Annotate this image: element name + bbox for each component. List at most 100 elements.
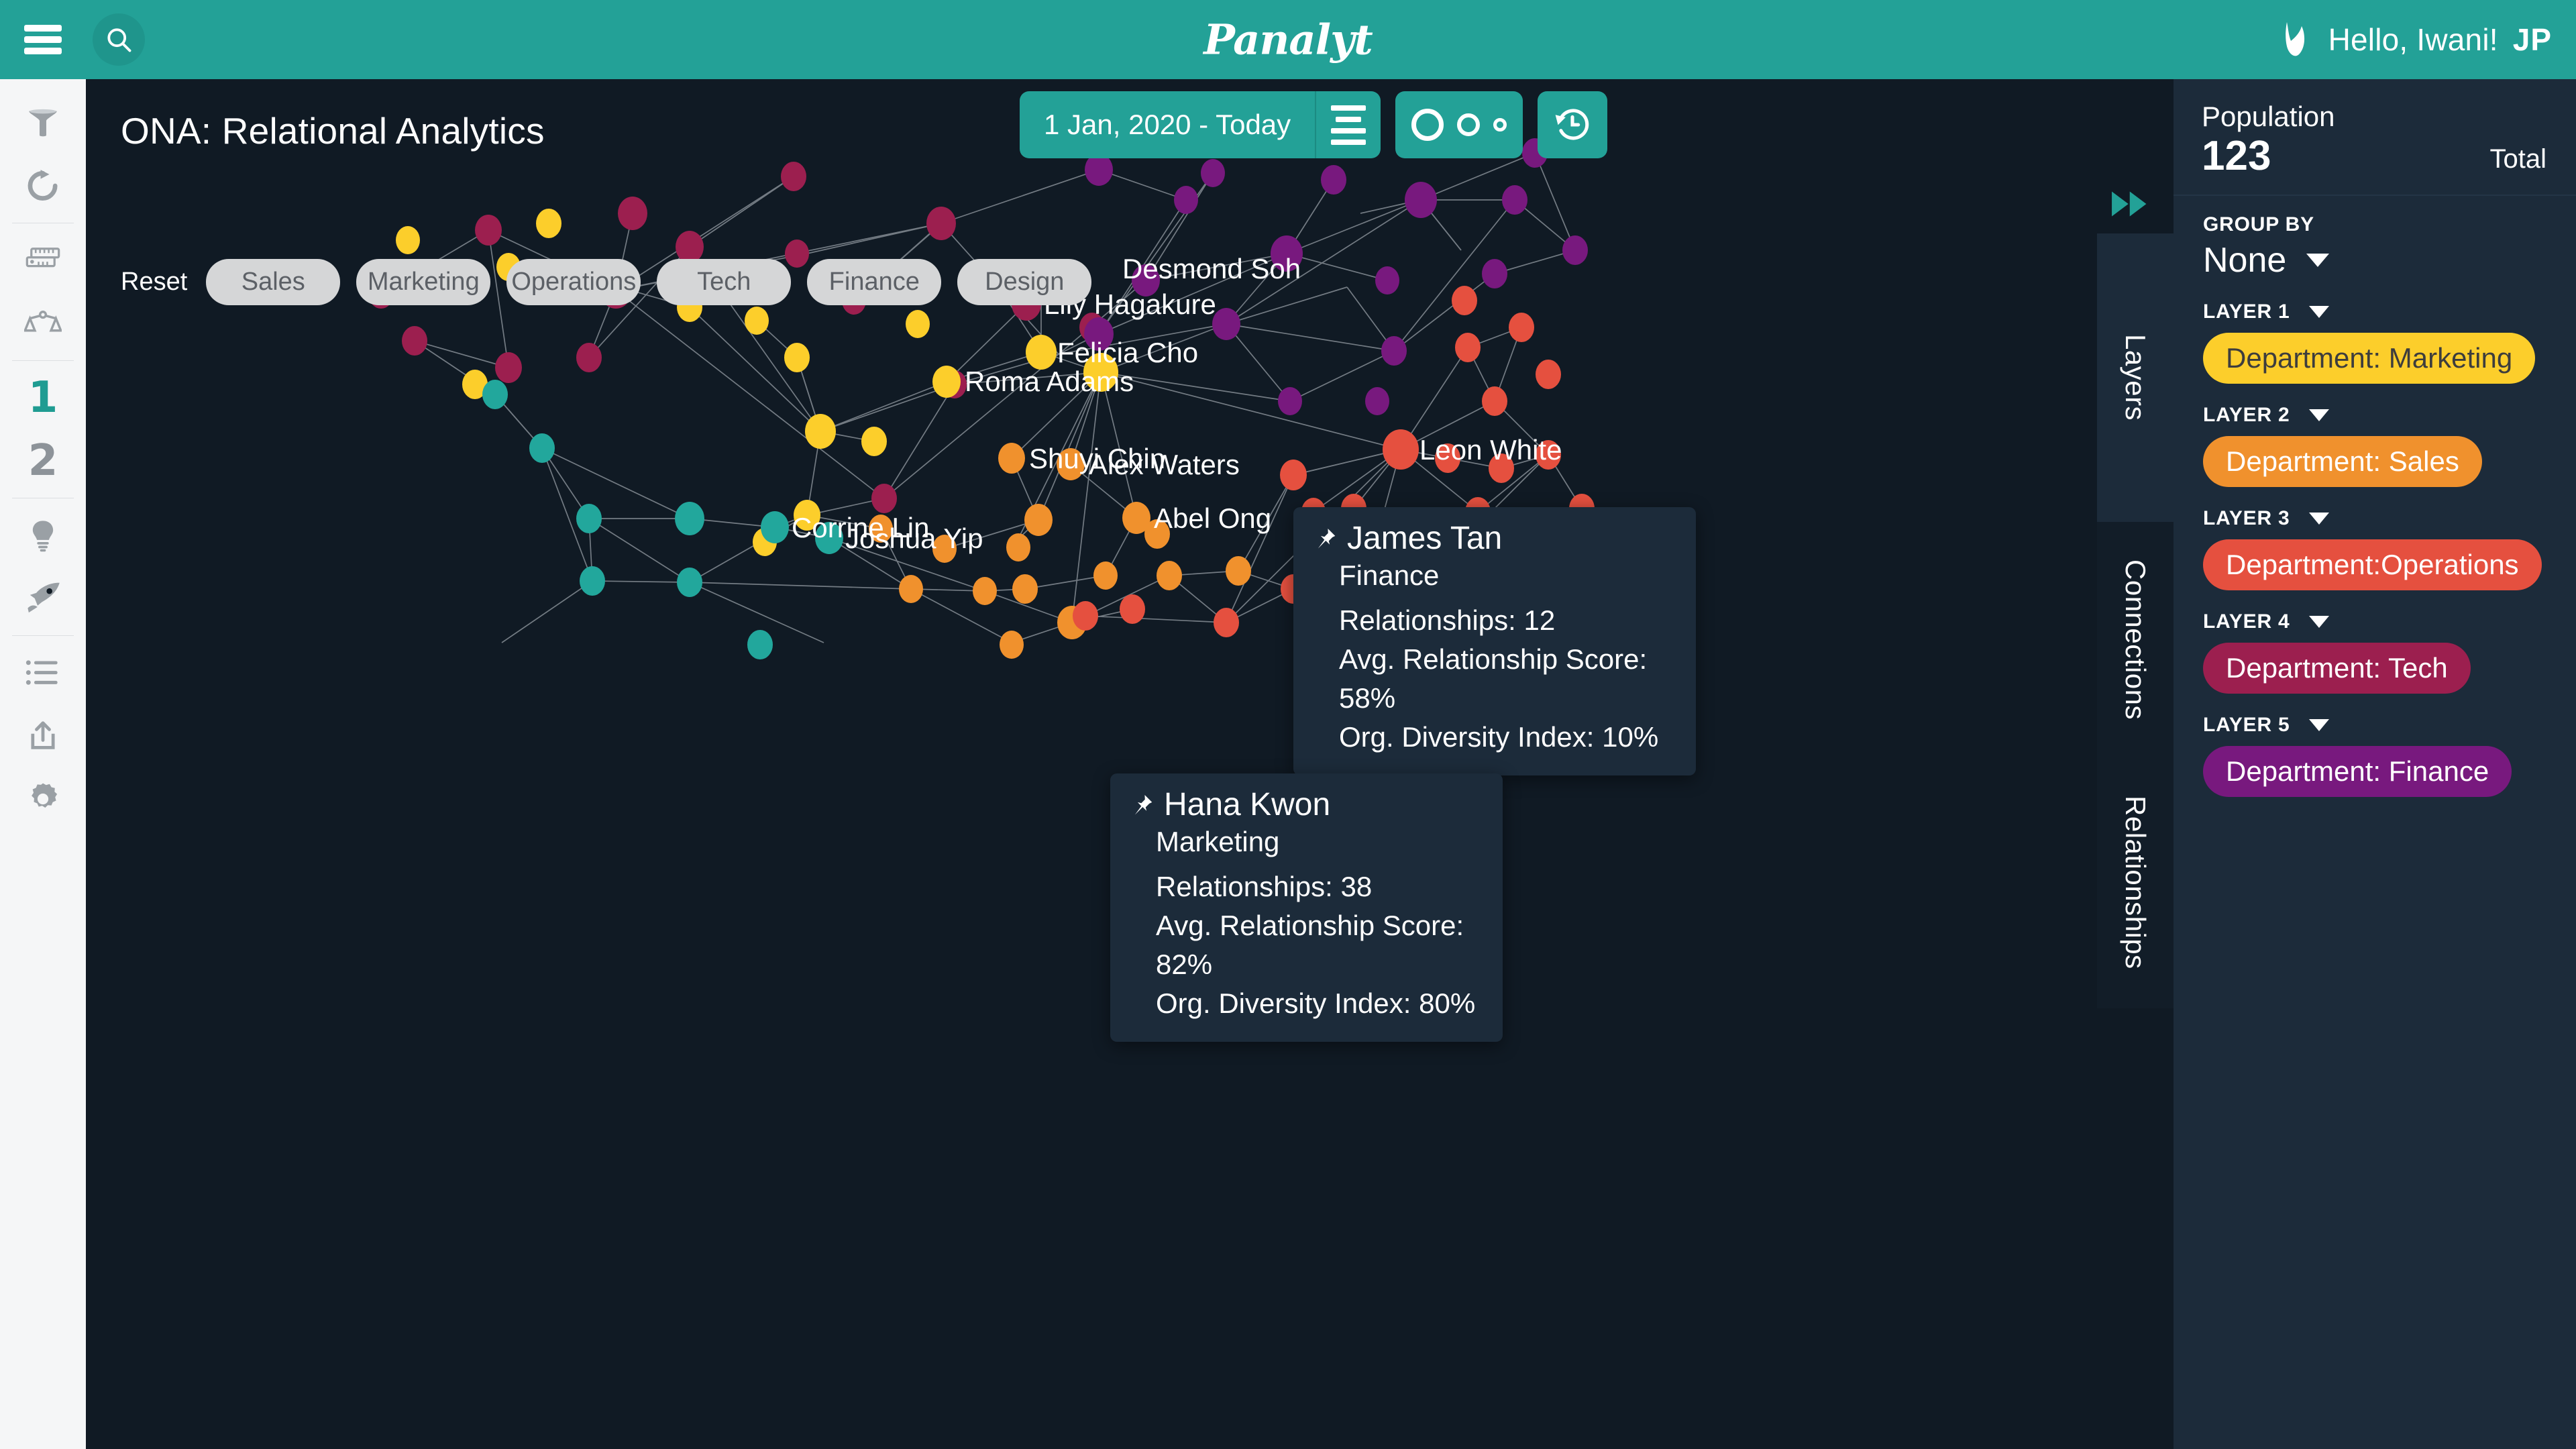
sidebar-item-settings[interactable] bbox=[0, 767, 86, 830]
graph-node[interactable] bbox=[1278, 387, 1302, 415]
graph-node[interactable] bbox=[1226, 556, 1251, 586]
graph-node[interactable] bbox=[1012, 574, 1038, 604]
graph-canvas[interactable]: Desmond Soh Lily Hagakure Felicia Cho Ro… bbox=[86, 79, 2174, 1449]
graph-node[interactable] bbox=[1455, 333, 1481, 362]
layer-1-pill[interactable]: Department: Marketing bbox=[2203, 333, 2536, 384]
tab-layers[interactable]: Layers bbox=[2097, 233, 2174, 522]
graph-node[interactable] bbox=[781, 162, 806, 191]
sidebar-item-view-1[interactable]: 1 bbox=[0, 366, 86, 429]
sidebar-item-list[interactable] bbox=[0, 641, 86, 704]
graph-node[interactable] bbox=[784, 343, 810, 372]
graph-node[interactable] bbox=[580, 566, 605, 596]
tab-relationships[interactable]: Relationships bbox=[2097, 757, 2174, 1008]
graph-node[interactable] bbox=[899, 575, 923, 603]
filter-chip-tech[interactable]: Tech bbox=[657, 259, 792, 305]
hamburger-icon[interactable] bbox=[24, 25, 62, 54]
graph-node[interactable] bbox=[871, 484, 897, 513]
graph-node[interactable] bbox=[1201, 159, 1225, 187]
avatar-initials[interactable]: JP bbox=[2513, 21, 2552, 58]
pin-icon[interactable] bbox=[1313, 527, 1336, 553]
graph-node[interactable] bbox=[495, 352, 522, 383]
graph-node[interactable] bbox=[926, 207, 956, 240]
layer-3-head[interactable]: LAYER 3 bbox=[2203, 507, 2576, 530]
sidebar-item-refresh[interactable] bbox=[0, 154, 86, 217]
graph-node[interactable] bbox=[576, 504, 602, 533]
graph-node[interactable] bbox=[745, 307, 769, 335]
sort-lines-icon[interactable] bbox=[1316, 105, 1381, 145]
graph-node[interactable] bbox=[475, 215, 502, 246]
layer-5-head[interactable]: LAYER 5 bbox=[2203, 714, 2576, 737]
chevron-down-icon[interactable] bbox=[2308, 306, 2329, 318]
graph-node[interactable] bbox=[1482, 259, 1507, 288]
node-tooltip-hana-kwon[interactable]: Hana Kwon Marketing Relationships: 38 Av… bbox=[1110, 773, 1503, 1042]
graph-node[interactable] bbox=[1536, 360, 1561, 389]
graph-node[interactable] bbox=[1381, 336, 1407, 366]
graph-node[interactable] bbox=[1280, 460, 1307, 490]
graph-node[interactable] bbox=[576, 343, 602, 372]
layer-4-head[interactable]: LAYER 4 bbox=[2203, 610, 2576, 633]
pin-icon[interactable] bbox=[1130, 794, 1153, 819]
node-size-small-icon[interactable] bbox=[1493, 118, 1507, 131]
graph-node[interactable] bbox=[1562, 235, 1588, 265]
graph-node[interactable] bbox=[973, 577, 997, 605]
graph-node[interactable] bbox=[1073, 601, 1098, 631]
graph-node[interactable] bbox=[1024, 504, 1053, 536]
graph-node[interactable] bbox=[675, 502, 704, 535]
graph-node-roma-adams[interactable] bbox=[932, 366, 961, 398]
graph-node[interactable] bbox=[1085, 154, 1113, 186]
sidebar-item-compare[interactable] bbox=[0, 292, 86, 355]
layer-4-pill[interactable]: Department: Tech bbox=[2203, 643, 2471, 694]
filter-chip-operations[interactable]: Operations bbox=[506, 259, 641, 305]
sidebar-item-filter[interactable] bbox=[0, 91, 86, 154]
user-area[interactable]: Hello, Iwani! JP bbox=[2279, 19, 2552, 60]
graph-node[interactable] bbox=[1502, 185, 1527, 215]
graph-node[interactable] bbox=[1157, 561, 1182, 590]
graph-node[interactable] bbox=[1509, 313, 1534, 342]
graph-node-shuyi-chin[interactable] bbox=[998, 443, 1025, 474]
expand-panel-button[interactable] bbox=[2097, 174, 2174, 233]
graph-node[interactable] bbox=[1174, 186, 1198, 214]
chevron-down-icon[interactable] bbox=[2308, 719, 2329, 731]
graph-node[interactable] bbox=[747, 630, 773, 659]
chevron-down-icon[interactable] bbox=[2306, 254, 2330, 267]
chevron-down-icon[interactable] bbox=[2308, 616, 2329, 628]
sidebar-item-measure[interactable] bbox=[0, 229, 86, 292]
graph-node[interactable] bbox=[1405, 182, 1437, 218]
graph-node[interactable] bbox=[1212, 308, 1240, 340]
reset-button[interactable]: Reset bbox=[121, 268, 187, 297]
node-size-button[interactable] bbox=[1395, 91, 1523, 158]
filter-chip-design[interactable]: Design bbox=[957, 259, 1092, 305]
group-by-control[interactable]: GROUP BY None bbox=[2174, 196, 2576, 280]
history-button[interactable] bbox=[1538, 91, 1608, 158]
layer-2-pill[interactable]: Department: Sales bbox=[2203, 436, 2482, 487]
sidebar-item-view-2[interactable]: 2 bbox=[0, 429, 86, 492]
graph-node[interactable] bbox=[805, 414, 836, 449]
tab-connections[interactable]: Connections bbox=[2097, 522, 2174, 757]
node-group-design[interactable] bbox=[482, 380, 843, 659]
graph-node[interactable] bbox=[529, 433, 555, 463]
graph-node[interactable] bbox=[1214, 608, 1239, 637]
node-tooltip-james-tan[interactable]: James Tan Finance Relationships: 12 Avg.… bbox=[1293, 507, 1696, 776]
graph-node[interactable] bbox=[1006, 533, 1030, 561]
filter-chip-marketing[interactable]: Marketing bbox=[356, 259, 491, 305]
sidebar-item-insights[interactable] bbox=[0, 504, 86, 567]
layer-5-pill[interactable]: Department: Finance bbox=[2203, 746, 2512, 797]
graph-node[interactable] bbox=[1120, 594, 1145, 624]
graph-node[interactable] bbox=[906, 310, 930, 338]
graph-node[interactable] bbox=[1093, 561, 1118, 590]
graph-node-felicia-cho[interactable] bbox=[1026, 335, 1057, 370]
graph-node[interactable] bbox=[861, 427, 887, 456]
graph-node[interactable] bbox=[1452, 286, 1477, 315]
chevron-down-icon[interactable] bbox=[2308, 409, 2329, 421]
graph-node[interactable] bbox=[676, 231, 704, 263]
sidebar-item-export[interactable] bbox=[0, 704, 86, 767]
graph-node[interactable] bbox=[402, 326, 427, 356]
filter-chip-sales[interactable]: Sales bbox=[206, 259, 341, 305]
node-size-medium-icon[interactable] bbox=[1457, 113, 1481, 136]
layer-3-pill[interactable]: Department:Operations bbox=[2203, 539, 2542, 590]
chevron-down-icon[interactable] bbox=[2308, 513, 2329, 525]
graph-node[interactable] bbox=[1482, 386, 1507, 416]
graph-node[interactable] bbox=[1375, 266, 1399, 294]
node-size-large-icon[interactable] bbox=[1411, 109, 1444, 141]
graph-node[interactable] bbox=[618, 197, 647, 230]
